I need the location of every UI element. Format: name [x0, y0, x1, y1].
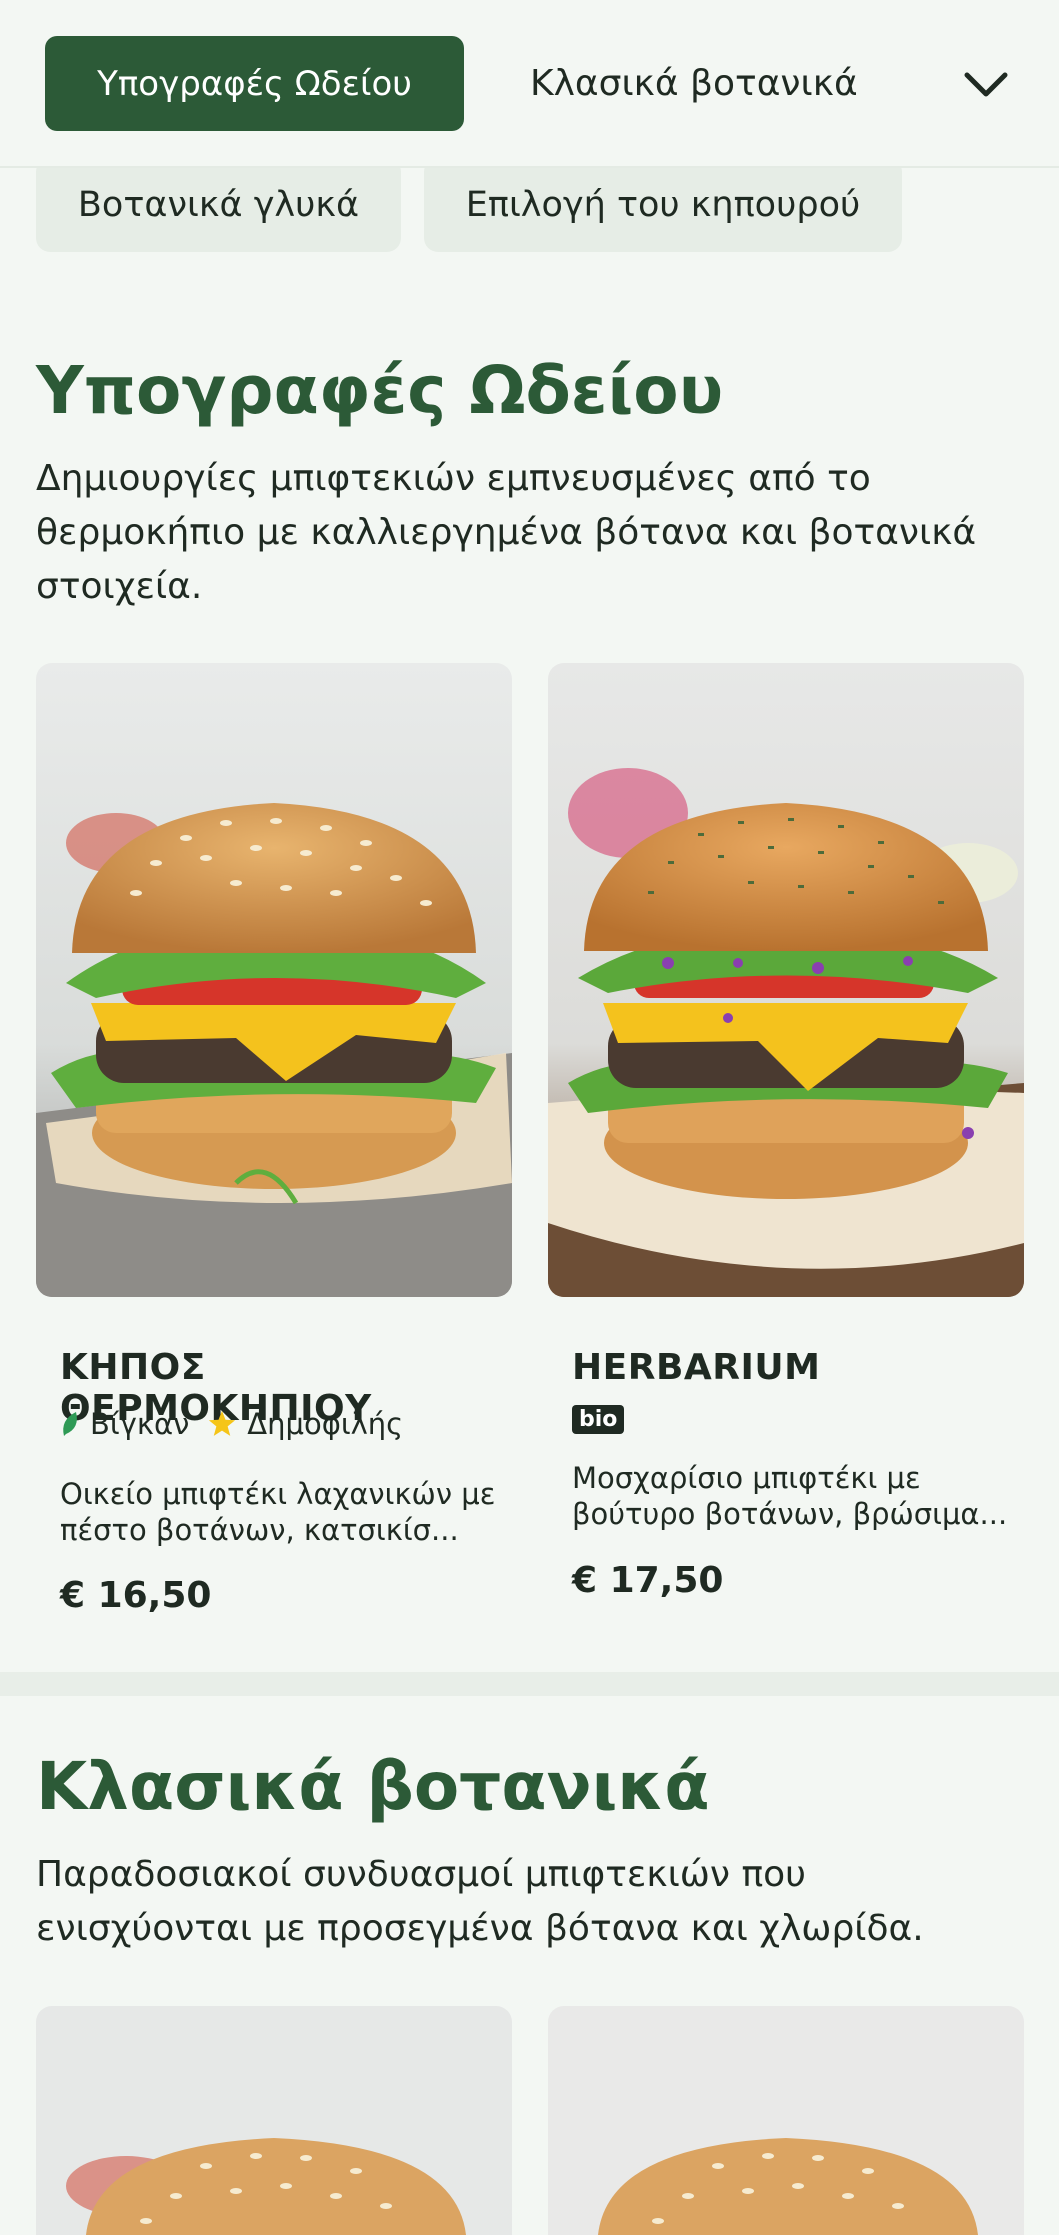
- category-bar: Υπογραφές Ωδείου Κλασικά βοτανικά: [0, 0, 1059, 168]
- section-description: Παραδοσιακοί συνδυασμοί μπιφτεκιών που ε…: [36, 1854, 924, 1949]
- bio-badge: bio: [572, 1405, 625, 1434]
- burger-image: [548, 2006, 1024, 2235]
- category-tab-label: Υπογραφές Ωδείου: [97, 63, 412, 104]
- chip-gardener-choice[interactable]: Επιλογή του κηπουρού: [424, 158, 902, 252]
- vegan-badge: Βίγκαν: [60, 1407, 189, 1441]
- star-icon: [209, 1410, 236, 1436]
- menu-item-card[interactable]: [548, 2006, 1024, 2235]
- chip-label: Επιλογή του κηπουρού: [465, 185, 861, 225]
- chip-botanical-sweets[interactable]: Βοτανικά γλυκά: [36, 158, 401, 252]
- vegan-label: Βίγκαν: [90, 1407, 190, 1441]
- section-title: Υπογραφές Ωδείου: [36, 352, 724, 429]
- chevron-down-icon: [964, 72, 1008, 97]
- burger-image: [36, 663, 512, 1297]
- popular-label: Δημοφιλής: [247, 1407, 404, 1441]
- menu-item-card[interactable]: [36, 2006, 512, 2235]
- badges: Βίγκαν Δημοφιλής: [60, 1407, 421, 1441]
- section-divider: [0, 1672, 1059, 1696]
- menu-item-price: € 17,50: [572, 1560, 724, 1601]
- burger-image: [36, 2006, 512, 2235]
- menu-item-description: Οικείο μπιφτέκι λαχανικών με πέστο βοτάν…: [60, 1477, 496, 1547]
- category-tab-signatures-active[interactable]: Υπογραφές Ωδείου: [45, 36, 464, 131]
- menu-item-description: Μοσχαρίσιο μπιφτέκι με βούτυρο βοτάνων, …: [572, 1461, 1008, 1531]
- leaf-icon: [63, 1412, 77, 1436]
- menu-item-price: € 16,50: [60, 1575, 212, 1616]
- category-tab-label: Κλασικά βοτανικά: [530, 63, 858, 104]
- badges: bio: [572, 1405, 625, 1434]
- menu-item-card[interactable]: ΚΗΠΟΣ ΘΕΡΜΟΚΗΠΙΟΥ Βίγκαν Δημοφιλής Οικεί…: [36, 663, 512, 1643]
- burger-image: [548, 663, 1024, 1297]
- popular-badge: Δημοφιλής: [207, 1407, 403, 1441]
- menu-item-card[interactable]: HERBARIUM bio Μοσχαρίσιο μπιφτέκι με βού…: [548, 663, 1024, 1643]
- section-description: Δημιουργίες μπιφτεκιών εμπνευσμένες από …: [36, 458, 977, 607]
- expand-categories-button[interactable]: [950, 52, 1022, 118]
- menu-item-name: HERBARIUM: [572, 1347, 821, 1388]
- category-tab-classic-botanicals[interactable]: Κλασικά βοτανικά: [530, 36, 858, 131]
- chip-label: Βοτανικά γλυκά: [77, 185, 360, 225]
- section-title: Κλασικά βοτανικά: [36, 1748, 710, 1825]
